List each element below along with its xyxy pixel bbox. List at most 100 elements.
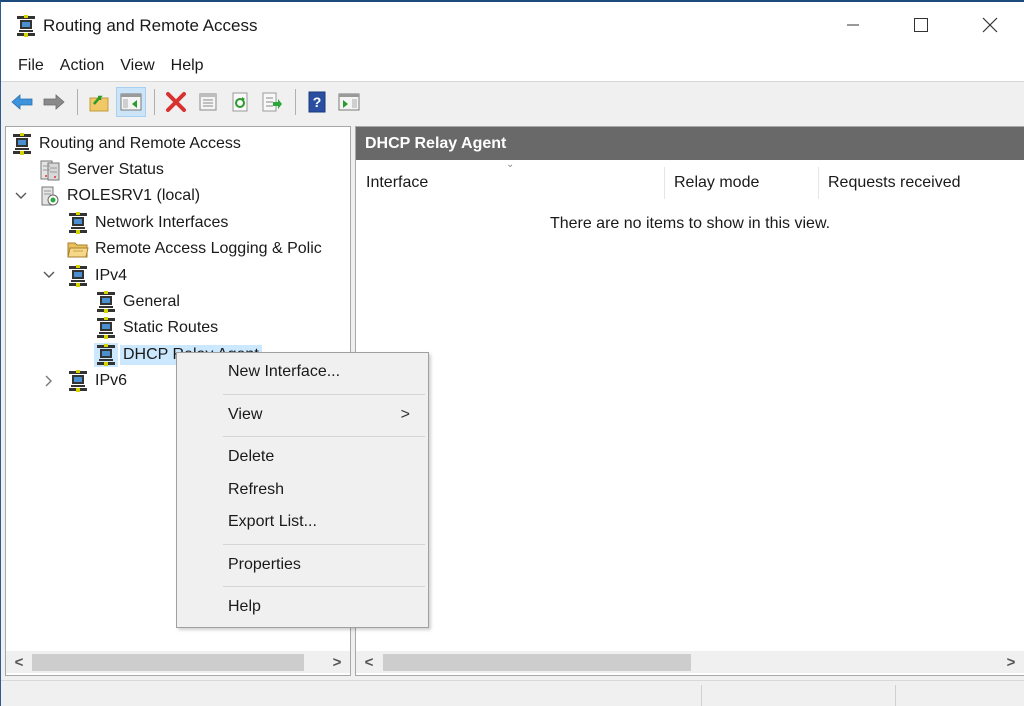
status-divider xyxy=(895,685,896,706)
menu-bar: File Action View Help xyxy=(1,48,1024,82)
window-title: Routing and Remote Access xyxy=(43,16,258,35)
tree-item[interactable]: IPv4 xyxy=(43,263,130,288)
toolbar-separator xyxy=(295,89,296,115)
toolbar-separator xyxy=(77,89,78,115)
svg-text:?: ? xyxy=(313,94,322,110)
back-arrow-icon xyxy=(11,94,33,110)
menu-separator xyxy=(223,393,425,395)
context-menu-item-view[interactable]: View > xyxy=(179,400,426,430)
tree-item-label: Server Status xyxy=(67,160,164,178)
tree-item-label: IPv4 xyxy=(95,266,128,284)
properties-button[interactable] xyxy=(193,87,223,117)
menu-item-label: Help xyxy=(228,598,261,615)
tree-item[interactable]: ROLESRV1 (local) xyxy=(15,184,203,209)
chevron-down-icon[interactable] xyxy=(42,268,56,282)
chevron-right-icon[interactable] xyxy=(42,374,56,388)
delete-icon xyxy=(166,92,186,112)
minimize-button[interactable] xyxy=(819,2,887,48)
forward-button[interactable] xyxy=(39,87,69,117)
show-hide-console-tree-icon xyxy=(120,93,142,111)
menu-action[interactable]: Action xyxy=(52,51,112,79)
up-folder-icon xyxy=(89,95,109,112)
network-icon xyxy=(94,316,118,340)
status-bar xyxy=(1,680,1024,706)
folder-icon xyxy=(66,237,90,261)
menu-file[interactable]: File xyxy=(10,51,52,79)
network-icon xyxy=(94,342,118,367)
up-level-button[interactable] xyxy=(84,87,114,117)
chevron-down-icon[interactable] xyxy=(14,189,28,203)
context-menu-item-properties[interactable]: Properties xyxy=(179,550,426,580)
menu-item-label: View xyxy=(228,405,263,423)
help-button[interactable]: ? xyxy=(302,87,332,117)
properties-icon xyxy=(199,93,217,111)
menu-separator xyxy=(223,586,425,587)
delete-button[interactable] xyxy=(161,87,191,117)
maximize-button[interactable] xyxy=(887,2,955,48)
help-icon: ? xyxy=(308,91,326,113)
status-divider xyxy=(701,685,702,706)
close-icon xyxy=(982,17,998,33)
context-menu-item-new-interface[interactable]: New Interface... xyxy=(179,357,426,387)
scroll-thumb[interactable] xyxy=(32,654,304,671)
tree-horizontal-scrollbar[interactable]: < > xyxy=(6,651,350,673)
server-status-icon xyxy=(38,158,62,182)
empty-list-message: There are no items to show in this view. xyxy=(549,215,831,232)
network-icon xyxy=(94,290,118,314)
menu-help[interactable]: Help xyxy=(163,51,212,79)
menu-item-label: Properties xyxy=(228,555,301,573)
maximize-icon xyxy=(914,18,928,32)
local-server-icon xyxy=(38,184,62,208)
close-button[interactable] xyxy=(956,2,1024,48)
main-window: Routing and Remote Access File Action Vi… xyxy=(0,0,1024,706)
menu-item-label: New Interface... xyxy=(228,363,341,380)
tree-item[interactable]: General xyxy=(94,289,183,314)
export-list-icon xyxy=(262,92,282,112)
forward-arrow-icon xyxy=(43,94,65,110)
toolbar-separator xyxy=(154,89,155,115)
menu-separator xyxy=(223,436,425,437)
refresh-button[interactable] xyxy=(225,87,255,117)
menu-view[interactable]: View xyxy=(112,51,162,79)
tree-item[interactable]: Remote Access Logging & Polic xyxy=(66,237,325,262)
submenu-arrow-icon: > xyxy=(400,405,410,423)
tree-item[interactable]: Network Interfaces xyxy=(66,210,231,235)
tree-item-label: ROLESRV1 (local) xyxy=(67,187,201,205)
menu-separator xyxy=(223,543,425,545)
tree-item-label: Remote Access Logging & Polic xyxy=(95,240,322,258)
tree-item-label: Routing and Remote Access xyxy=(39,134,241,152)
network-icon xyxy=(66,264,90,288)
menu-item-label: Delete xyxy=(228,448,275,465)
title-bar: Routing and Remote Access xyxy=(1,2,1024,48)
scroll-left-arrow[interactable]: < xyxy=(358,651,380,673)
tree-item-label: General xyxy=(123,292,180,310)
column-header-interface[interactable]: Interface xyxy=(356,167,664,199)
tree-item[interactable]: IPv6 xyxy=(45,369,130,394)
tree-item[interactable]: Routing and Remote Access xyxy=(10,131,244,156)
tree-item[interactable]: Server Status xyxy=(38,157,167,182)
toolbar: ? xyxy=(1,83,1024,121)
show-hide-action-pane-button[interactable] xyxy=(334,87,364,117)
scroll-thumb[interactable] xyxy=(383,654,691,671)
menu-item-label: Export List... xyxy=(228,513,317,530)
details-horizontal-scrollbar[interactable]: < > xyxy=(356,651,1024,673)
details-pane-header: DHCP Relay Agent xyxy=(356,127,1024,160)
scroll-right-arrow[interactable]: > xyxy=(326,651,348,673)
context-menu-item-delete[interactable]: Delete xyxy=(179,442,426,472)
export-list-button[interactable] xyxy=(257,87,287,117)
rras-app-icon xyxy=(15,15,37,37)
tree-item-label: Static Routes xyxy=(123,319,219,337)
scroll-right-arrow[interactable]: > xyxy=(1000,651,1022,673)
column-header-requests-received[interactable]: Requests received xyxy=(818,167,1024,199)
column-header-relay-mode[interactable]: Relay mode xyxy=(664,167,818,199)
tree-item[interactable]: Static Routes xyxy=(94,316,221,341)
back-button[interactable] xyxy=(7,87,37,117)
context-menu-item-help[interactable]: Help xyxy=(179,592,426,622)
show-hide-action-pane-icon xyxy=(338,93,360,111)
show-hide-console-tree-button[interactable] xyxy=(116,87,146,117)
context-menu-item-export-list[interactable]: Export List... xyxy=(179,507,426,537)
details-pane: DHCP Relay Agent ⌄ Interface Relay mode … xyxy=(355,126,1024,676)
scroll-left-arrow[interactable]: < xyxy=(8,651,30,673)
context-menu-item-refresh[interactable]: Refresh xyxy=(179,475,426,505)
tree-item-label: Network Interfaces xyxy=(95,213,229,231)
